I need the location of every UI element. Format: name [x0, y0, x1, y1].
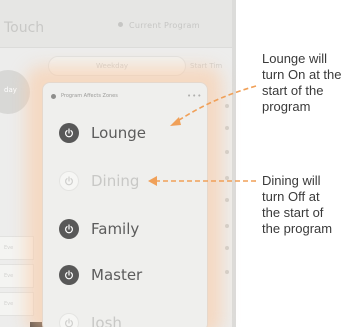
annotation-line: Dining will	[262, 173, 321, 188]
annotation-line: turn Off at	[262, 189, 320, 204]
annotation-line: the start of	[262, 205, 324, 220]
annotation-line: the program	[262, 221, 333, 236]
annotation-line: Lounge will	[262, 51, 328, 66]
lounge-callout-line	[175, 85, 257, 123]
annotation-line: program	[262, 99, 311, 114]
annotation-line: turn On at the	[262, 67, 342, 82]
arrowhead-icon	[148, 176, 157, 186]
tutorial-screenshot: Touch Current Program day Weekday Start …	[0, 0, 354, 327]
annotation-line: start of the	[262, 83, 324, 98]
arrowhead-icon	[170, 117, 181, 126]
callout-arrows	[148, 85, 257, 186]
lounge-annotation: Lounge will turn On at the start of the …	[262, 51, 342, 115]
dining-annotation: Dining will turn Off at the start of the…	[262, 173, 332, 237]
